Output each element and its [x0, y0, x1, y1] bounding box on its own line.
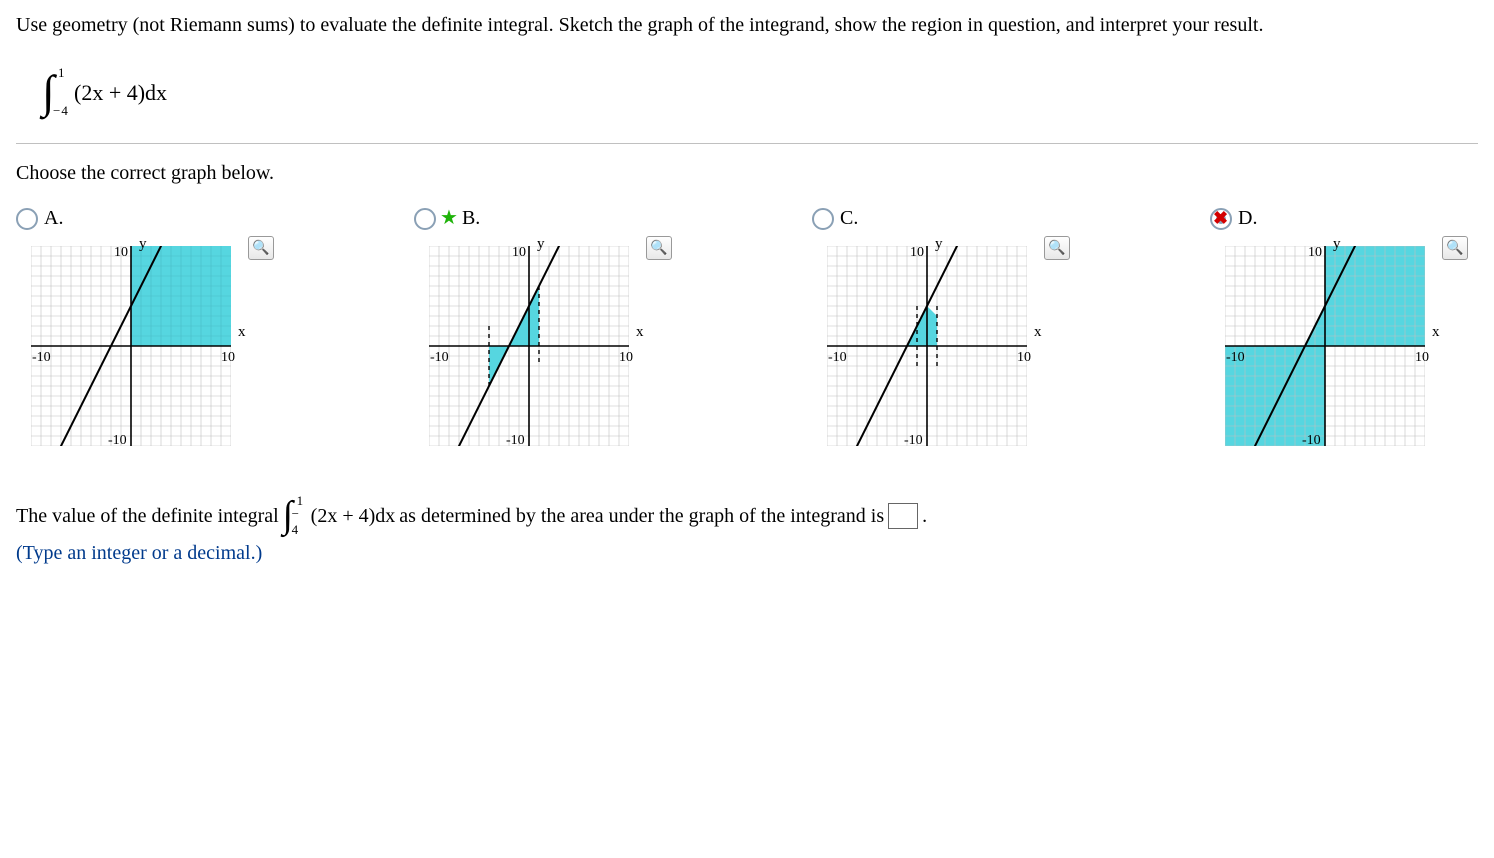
question-text: Use geometry (not Riemann sums) to evalu… — [16, 12, 1478, 39]
integrand: (2x + 4)dx — [74, 80, 167, 106]
svg-text:10: 10 — [512, 245, 526, 260]
svg-text:10: 10 — [1017, 350, 1031, 365]
graph-d: 10 -10 10 -10 y x — [1210, 236, 1440, 456]
option-b-label: B. — [462, 207, 480, 230]
radio-c[interactable] — [812, 208, 834, 230]
zoom-icon: 🔍 — [1048, 240, 1065, 257]
svg-text:x: x — [1432, 324, 1440, 340]
svg-text:-10: -10 — [828, 350, 847, 365]
svg-text:10: 10 — [910, 245, 924, 260]
option-a-label: A. — [44, 207, 63, 230]
graph-a: 10 -10 10 -10 y x — [16, 236, 246, 456]
integral-lower: − 4 — [53, 103, 68, 119]
radio-d[interactable]: ✖ — [1210, 208, 1232, 230]
integral-expression: ∫ 1 − 4 (2x + 4)dx — [42, 69, 167, 117]
svg-text:-10: -10 — [108, 433, 127, 448]
radio-a[interactable] — [16, 208, 38, 230]
choose-graph-prompt: Choose the correct graph below. — [16, 162, 1478, 185]
svg-text:-10: -10 — [32, 350, 51, 365]
answer-input[interactable] — [888, 503, 918, 529]
zoom-icon: 🔍 — [1446, 240, 1463, 257]
zoom-button-a[interactable]: 🔍 — [248, 236, 274, 260]
svg-text:x: x — [238, 324, 246, 340]
option-b: ★ B. — [414, 207, 672, 456]
graph-b: 10 -10 10 -10 y x — [414, 236, 644, 456]
svg-text:-10: -10 — [1226, 350, 1245, 365]
svg-text:x: x — [636, 324, 644, 340]
zoom-button-c[interactable]: 🔍 — [1044, 236, 1070, 260]
option-d: ✖ D. — [1210, 207, 1468, 456]
option-c-label: C. — [840, 207, 858, 230]
zoom-button-d[interactable]: 🔍 — [1442, 236, 1468, 260]
options-row: A. — [16, 207, 1478, 456]
svg-text:-10: -10 — [430, 350, 449, 365]
answer-mid: as determined by the area under the grap… — [399, 505, 884, 528]
svg-text:y: y — [935, 236, 943, 252]
zoom-icon: 🔍 — [252, 240, 269, 257]
svg-text:10: 10 — [1308, 245, 1322, 260]
graph-c: 10 -10 10 -10 y x — [812, 236, 1042, 456]
svg-text:-10: -10 — [904, 433, 923, 448]
zoom-icon: 🔍 — [650, 240, 667, 257]
svg-text:10: 10 — [619, 350, 633, 365]
svg-text:y: y — [1333, 236, 1341, 252]
inline-integral: ∫ 1 − 4 (2x + 4)dx — [283, 496, 396, 536]
svg-text:y: y — [139, 236, 147, 252]
svg-text:10: 10 — [1415, 350, 1429, 365]
svg-text:10: 10 — [114, 245, 128, 260]
option-c: C. — [812, 207, 1070, 456]
x-icon: ✖ — [1213, 209, 1228, 227]
integral-upper: 1 — [58, 65, 65, 81]
svg-text:x: x — [1034, 324, 1042, 340]
svg-text:y: y — [537, 236, 545, 252]
radio-b[interactable] — [414, 208, 436, 230]
svg-text:-10: -10 — [1302, 433, 1321, 448]
answer-sentence: The value of the definite integral ∫ 1 −… — [16, 496, 1478, 536]
svg-text:10: 10 — [221, 350, 235, 365]
answer-hint: (Type an integer or a decimal.) — [16, 542, 1478, 565]
svg-text:-10: -10 — [506, 433, 525, 448]
star-icon: ★ — [440, 208, 458, 228]
option-a: A. — [16, 207, 274, 456]
answer-suffix: . — [922, 505, 927, 528]
zoom-button-b[interactable]: 🔍 — [646, 236, 672, 260]
option-d-label: D. — [1238, 207, 1257, 230]
answer-prefix: The value of the definite integral — [16, 505, 279, 528]
